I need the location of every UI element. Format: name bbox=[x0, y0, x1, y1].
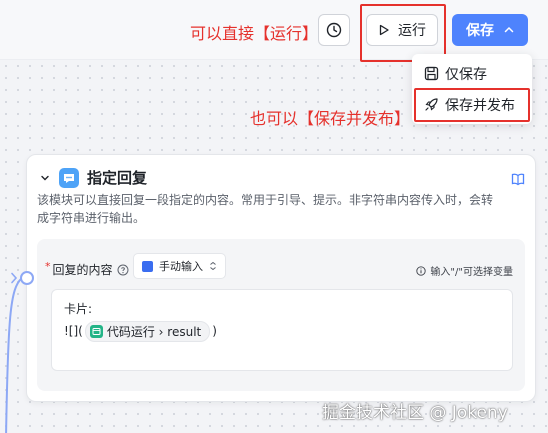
chevron-updown-icon bbox=[210, 261, 216, 271]
reply-content-editor[interactable]: 卡片: ![]( 代码运行 › result ) bbox=[51, 289, 513, 371]
field-label: * 回复的内容 bbox=[45, 260, 129, 278]
node-header: 指定回复 bbox=[39, 167, 147, 188]
editor-line: ![]( 代码运行 › result ) bbox=[64, 320, 500, 342]
book-icon[interactable] bbox=[511, 171, 525, 190]
save-button[interactable]: 保存 bbox=[452, 14, 528, 46]
highlight-publish-box bbox=[414, 88, 530, 122]
reply-content-section: * 回复的内容 手动输入 输入"/"可选择变量 卡片: ![](代码运行 › … bbox=[37, 239, 525, 391]
annotation-publish-hint: 也可以【保存并发布】 bbox=[250, 109, 411, 128]
required-asterisk: * bbox=[45, 260, 51, 273]
variable-hint-text: 输入"/"可选择变量 bbox=[430, 267, 513, 278]
code-run-icon bbox=[89, 324, 103, 338]
menu-item-label: 仅保存 bbox=[445, 66, 487, 83]
save-button-label: 保存 bbox=[466, 23, 494, 39]
variable-chip[interactable]: 代码运行 › result bbox=[84, 320, 211, 342]
annotation-run-hint: 可以直接【运行】 bbox=[190, 24, 319, 43]
watermark: 掘金技术社区 @ Jokeny bbox=[322, 403, 508, 423]
variable-hint: 输入"/"可选择变量 bbox=[416, 263, 513, 278]
editor-text-prefix: ![]( bbox=[64, 324, 83, 338]
history-button[interactable] bbox=[318, 14, 350, 46]
reply-node-card[interactable]: 指定回复 该模块可以直接回复一段指定的内容。常用于引导、提示。非字符串内容传入时… bbox=[26, 154, 536, 402]
chat-bubble-icon bbox=[59, 167, 79, 188]
chevron-down-icon[interactable] bbox=[39, 172, 51, 184]
input-port[interactable] bbox=[20, 271, 34, 285]
node-description: 该模块可以直接回复一段指定的内容。常用于引导、提示。非字符串内容传入时，会转成字… bbox=[37, 193, 494, 225]
manual-input-icon bbox=[142, 260, 153, 272]
variable-chip-label: 代码运行 › result bbox=[106, 324, 202, 339]
editor-text-suffix: ) bbox=[212, 324, 217, 338]
run-button-label: 运行 bbox=[398, 23, 426, 39]
clock-icon bbox=[326, 22, 342, 38]
chevron-right-icon bbox=[11, 272, 18, 284]
play-icon bbox=[379, 24, 389, 36]
input-mode-select[interactable]: 手动输入 bbox=[133, 253, 226, 279]
menu-item-save-only[interactable]: 仅保存 bbox=[412, 58, 532, 89]
input-mode-label: 手动输入 bbox=[159, 260, 203, 273]
help-icon[interactable] bbox=[117, 264, 129, 276]
run-button[interactable]: 运行 bbox=[366, 14, 438, 46]
field-label-text: 回复的内容 bbox=[52, 263, 113, 277]
node-title: 指定回复 bbox=[87, 169, 148, 187]
info-icon bbox=[416, 265, 427, 276]
editor-line: 卡片: bbox=[64, 302, 93, 316]
save-icon bbox=[424, 66, 439, 81]
chevron-up-icon bbox=[504, 26, 514, 33]
